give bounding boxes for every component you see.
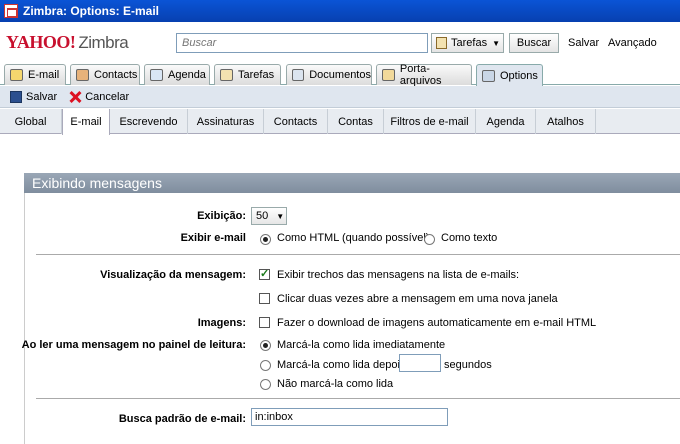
mark-immediately-text: Marcá-la como lida imediatamente <box>277 339 446 351</box>
preview-snippets-text: Exibir trechos das mensagens na lista de… <box>277 269 520 281</box>
options-toolbar: Salvar Cancelar <box>0 86 680 108</box>
chevron-down-icon: ▼ <box>276 211 285 221</box>
cancel-button[interactable]: Cancelar <box>69 91 129 103</box>
doubleclick-text: Clicar duas vezes abre a mensagem em uma… <box>277 293 558 305</box>
subtab-escrevendo[interactable]: Escrevendo <box>110 109 188 134</box>
tab-documentos[interactable]: Documentos <box>286 64 372 85</box>
save-search-link[interactable]: Salvar <box>568 37 599 49</box>
mark-immediately-radio[interactable] <box>260 340 271 351</box>
options-subtab-bar: Global E-mail Escrevendo Assinaturas Con… <box>0 109 680 135</box>
tab-options[interactable]: Options <box>476 64 543 86</box>
section-title: Exibindo mensagens <box>24 173 680 193</box>
separator <box>36 398 680 399</box>
tab-tarefas[interactable]: Tarefas <box>214 64 281 85</box>
reading-label: Ao ler uma mensagem no painel de leitura… <box>21 339 246 351</box>
images-label: Imagens: <box>197 317 246 329</box>
subtab-email[interactable]: E-mail <box>62 109 110 135</box>
search-button[interactable]: Buscar <box>509 33 559 53</box>
show-html-radio[interactable] <box>260 234 271 245</box>
subtab-atalhos[interactable]: Atalhos <box>536 109 596 134</box>
save-button[interactable]: Salvar <box>10 90 57 103</box>
subtab-agenda[interactable]: Agenda <box>476 109 536 134</box>
cancel-icon <box>69 91 81 103</box>
display-label: Exibição: <box>197 210 246 222</box>
show-text-text: Como texto <box>441 232 498 244</box>
chevron-down-icon: ▼ <box>492 38 500 48</box>
briefcase-icon <box>382 69 395 81</box>
window-title: Zimbra: Options: E-mail <box>23 4 160 18</box>
window-titlebar: Zimbra: Options: E-mail <box>0 0 680 22</box>
app-header: YAHOO!Zimbra Tarefas ▼ Buscar Salvar Ava… <box>0 22 680 62</box>
mark-after-radio[interactable] <box>260 360 271 371</box>
show-email-label: Exibir e-mail <box>180 232 246 244</box>
subtab-contas[interactable]: Contas <box>328 109 384 134</box>
options-content: Exibindo mensagens Exibição: 50 ▼ Exibir… <box>0 135 680 444</box>
options-icon <box>482 69 495 82</box>
show-text-radio[interactable] <box>424 234 435 245</box>
tab-porta-arquivos[interactable]: Porta-arquivos <box>376 63 472 87</box>
doubleclick-checkbox[interactable] <box>259 293 270 304</box>
mail-icon <box>10 69 23 81</box>
display-count-select[interactable]: 50 ▼ <box>251 207 287 225</box>
subtab-global[interactable]: Global <box>0 109 62 134</box>
tab-contacts[interactable]: Contacts <box>70 64 140 85</box>
yahoo-zimbra-logo: YAHOO! Zimbra <box>6 32 129 52</box>
app-tab-bar: E-mail Contacts Agenda Tarefas Documento… <box>0 62 680 87</box>
images-download-checkbox[interactable] <box>259 317 270 328</box>
search-input[interactable] <box>176 33 428 53</box>
tasks-icon <box>220 69 233 81</box>
preview-label: Visualização da mensagem: <box>100 269 246 281</box>
mark-never-text: Não marcá-la como lida <box>277 378 394 390</box>
seconds-text: segundos <box>444 359 492 371</box>
mark-after-seconds-input[interactable] <box>399 354 441 372</box>
contacts-icon <box>76 69 89 81</box>
tab-agenda[interactable]: Agenda <box>144 64 210 85</box>
advanced-search-link[interactable]: Avançado <box>608 37 657 49</box>
calendar-icon <box>150 69 163 81</box>
mark-never-radio[interactable] <box>260 379 271 390</box>
default-search-label: Busca padrão de e-mail: <box>118 413 246 425</box>
preview-snippets-checkbox[interactable] <box>259 267 270 280</box>
zimbra-app-icon <box>4 4 18 18</box>
separator <box>36 254 680 255</box>
images-download-text: Fazer o download de imagens automaticame… <box>277 317 597 329</box>
search-type-dropdown[interactable]: Tarefas ▼ <box>431 33 504 53</box>
default-search-input[interactable] <box>251 408 448 426</box>
save-icon <box>10 90 22 103</box>
tab-email[interactable]: E-mail <box>4 64 66 85</box>
documents-icon <box>292 69 305 81</box>
subtab-filtros[interactable]: Filtros de e-mail <box>384 109 476 134</box>
search-type-label: Tarefas <box>451 37 488 49</box>
show-html-text: Como HTML (quando possível) <box>277 232 430 244</box>
subtab-assinaturas[interactable]: Assinaturas <box>188 109 264 134</box>
subtab-contacts[interactable]: Contacts <box>264 109 328 134</box>
tasks-icon <box>436 37 447 49</box>
